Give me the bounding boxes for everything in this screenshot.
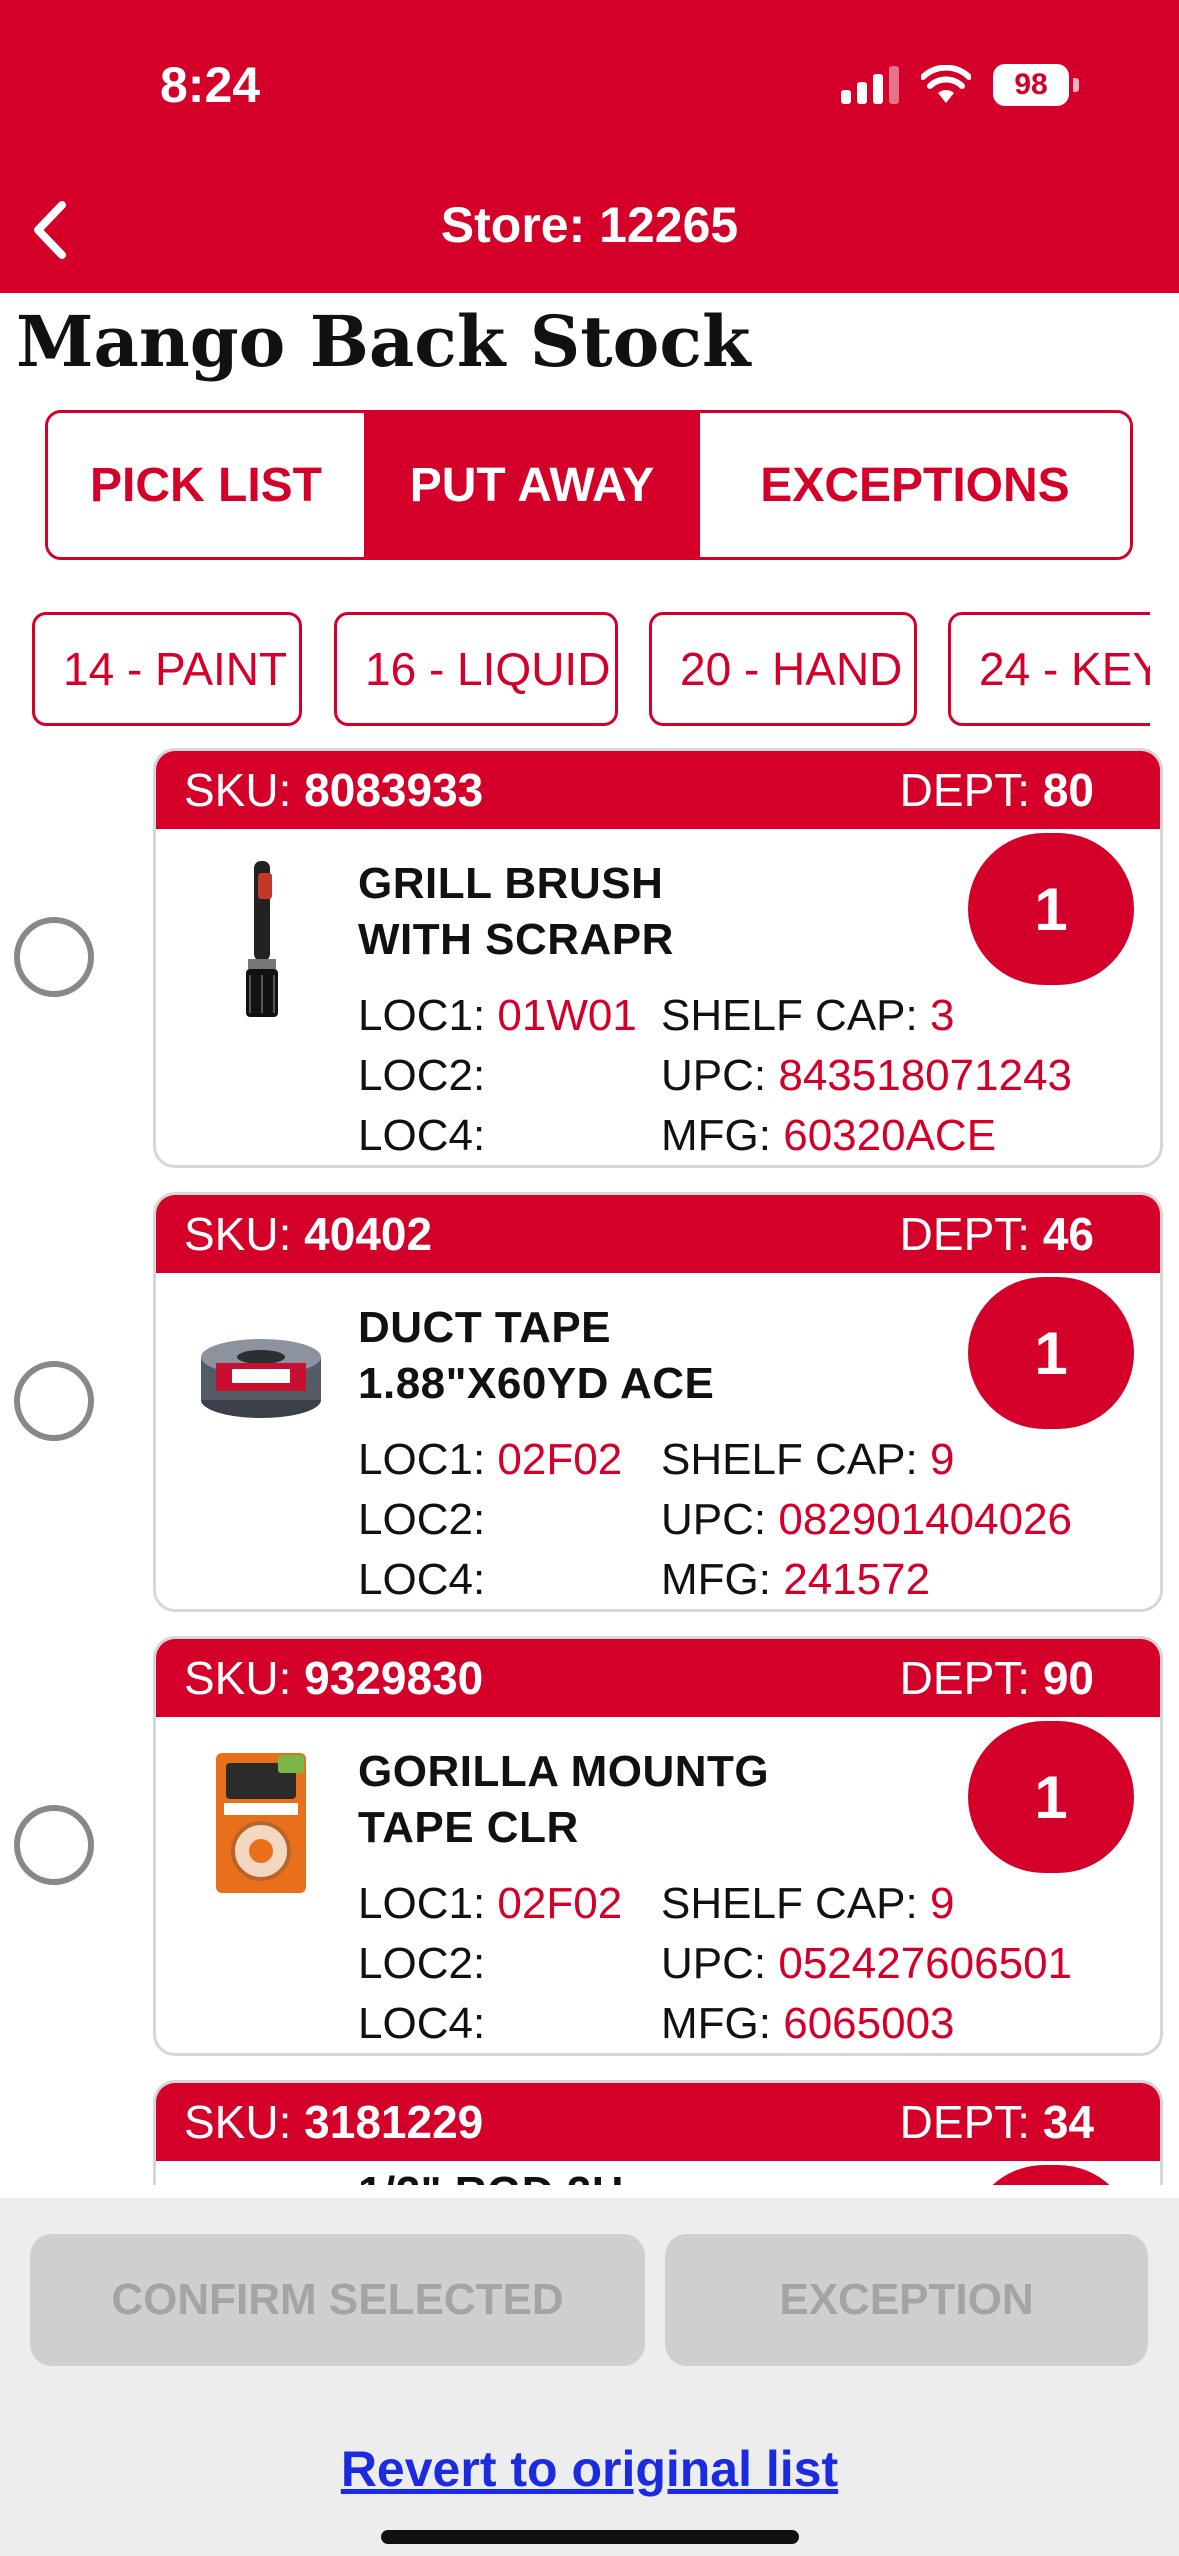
shelf-cap-field: SHELF CAP: 3 bbox=[661, 991, 955, 1040]
list-item[interactable]: SKU: 9329830 DEPT: 90 GORILLA MOUNTG TAP… bbox=[153, 1636, 1163, 2056]
chip-dept-16[interactable]: 16 - LIQUID bbox=[334, 612, 618, 726]
confirm-selected-button[interactable]: CONFIRM SELECTED bbox=[30, 2234, 645, 2366]
quantity-badge: 1 bbox=[968, 1721, 1134, 1873]
status-icons: 98 bbox=[841, 64, 1079, 106]
chip-dept-20[interactable]: 20 - HAND bbox=[649, 612, 917, 726]
grill-brush-icon bbox=[246, 861, 278, 1017]
list-item[interactable]: SKU: 3181229 DEPT: 34 1/2" RGD 2H 1 bbox=[153, 2080, 1163, 2185]
upc-field: UPC: 052427606501 bbox=[661, 1939, 1073, 1988]
store-title: Store: 12265 bbox=[440, 197, 739, 253]
item-description: DUCT TAPE 1.88"X60YD ACE bbox=[358, 1303, 715, 1408]
loc1-field: LOC1: 01W01 bbox=[358, 991, 637, 1040]
mfg-field: MFG: 241572 bbox=[661, 1555, 931, 1604]
home-indicator bbox=[381, 2530, 799, 2544]
item-description: GRILL BRUSH WITH SCRAPR bbox=[358, 859, 674, 964]
app-header: 8:24 98 Store: 12265 bbox=[0, 0, 1179, 293]
revert-list-link[interactable]: Revert to original list bbox=[0, 2440, 1179, 2498]
card-header: SKU: 40402 DEPT: 46 bbox=[156, 1195, 1160, 1273]
card-header: SKU: 8083933 DEPT: 80 bbox=[156, 751, 1160, 829]
dept-field: DEPT: 90 bbox=[899, 1652, 1094, 1704]
loc2-field: LOC2: bbox=[358, 1051, 486, 1100]
quantity-badge: 1 bbox=[968, 2165, 1134, 2185]
item-select-radio[interactable] bbox=[14, 1805, 94, 1885]
item-select-radio[interactable] bbox=[14, 917, 94, 997]
department-filter-chips: 14 - PAINT 16 - LIQUID 20 - HAND 24 - KE… bbox=[32, 612, 1150, 728]
tab-pick-list[interactable]: PICK LIST bbox=[48, 413, 364, 557]
chip-dept-24[interactable]: 24 - KEYS bbox=[948, 612, 1150, 726]
loc1-field: LOC1: 02F02 bbox=[358, 1879, 623, 1928]
mode-tabs: PICK LIST PUT AWAY EXCEPTIONS bbox=[45, 410, 1133, 560]
item-select-radio[interactable] bbox=[14, 1361, 94, 1441]
status-time: 8:24 bbox=[160, 57, 261, 113]
cellular-signal-icon bbox=[841, 66, 899, 104]
dept-field: DEPT: 34 bbox=[899, 2096, 1094, 2148]
list-item[interactable]: SKU: 8083933 DEPT: 80 GRILL BRUSH WITH S… bbox=[153, 748, 1163, 1168]
loc1-field: LOC1: 02F02 bbox=[358, 1435, 623, 1484]
upc-field: UPC: 843518071243 bbox=[661, 1051, 1073, 1100]
sku-field: SKU: 9329830 bbox=[184, 1652, 484, 1704]
list-item[interactable]: SKU: 40402 DEPT: 46 DUCT TAPE 1.88"X60YD… bbox=[153, 1192, 1163, 1612]
loc4-field: LOC4: bbox=[358, 1555, 486, 1604]
tab-exceptions[interactable]: EXCEPTIONS bbox=[700, 413, 1130, 557]
action-footer: CONFIRM SELECTED EXCEPTION Revert to ori… bbox=[0, 2198, 1179, 2556]
mfg-field: MFG: 60320ACE bbox=[661, 1111, 997, 1160]
page-title: Mango Back Stock bbox=[16, 300, 751, 383]
item-description: 1/2" RGD 2H bbox=[358, 2165, 624, 2185]
exception-button[interactable]: EXCEPTION bbox=[665, 2234, 1148, 2366]
loc2-field: LOC2: bbox=[358, 1495, 486, 1544]
duct-tape-icon bbox=[201, 1339, 321, 1418]
sku-field: SKU: 40402 bbox=[184, 1208, 433, 1260]
item-list: SKU: 8083933 DEPT: 80 GRILL BRUSH WITH S… bbox=[0, 745, 1179, 2185]
wifi-icon bbox=[921, 65, 971, 103]
loc4-field: LOC4: bbox=[358, 1999, 486, 2048]
battery-tip bbox=[1073, 78, 1079, 92]
dept-field: DEPT: 80 bbox=[899, 764, 1094, 816]
upc-field: UPC: 082901404026 bbox=[661, 1495, 1073, 1544]
quantity-badge: 1 bbox=[968, 1277, 1134, 1429]
loc2-field: LOC2: bbox=[358, 1939, 486, 1988]
loc4-field: LOC4: bbox=[358, 1111, 486, 1160]
sku-field: SKU: 3181229 bbox=[184, 2096, 484, 2148]
card-header: SKU: 3181229 DEPT: 34 bbox=[156, 2083, 1160, 2161]
battery-icon: 98 bbox=[993, 64, 1069, 106]
tab-put-away[interactable]: PUT AWAY bbox=[364, 413, 700, 557]
quantity-badge: 1 bbox=[968, 833, 1134, 985]
mounting-tape-icon bbox=[216, 1753, 306, 1893]
mfg-field: MFG: 6065003 bbox=[661, 1999, 955, 2048]
sku-field: SKU: 8083933 bbox=[184, 764, 484, 816]
card-header: SKU: 9329830 DEPT: 90 bbox=[156, 1639, 1160, 1717]
shelf-cap-field: SHELF CAP: 9 bbox=[661, 1879, 955, 1928]
item-description: GORILLA MOUNTG TAPE CLR bbox=[358, 1747, 770, 1852]
shelf-cap-field: SHELF CAP: 9 bbox=[661, 1435, 955, 1484]
dept-field: DEPT: 46 bbox=[899, 1208, 1094, 1260]
chip-dept-14[interactable]: 14 - PAINT bbox=[32, 612, 302, 726]
